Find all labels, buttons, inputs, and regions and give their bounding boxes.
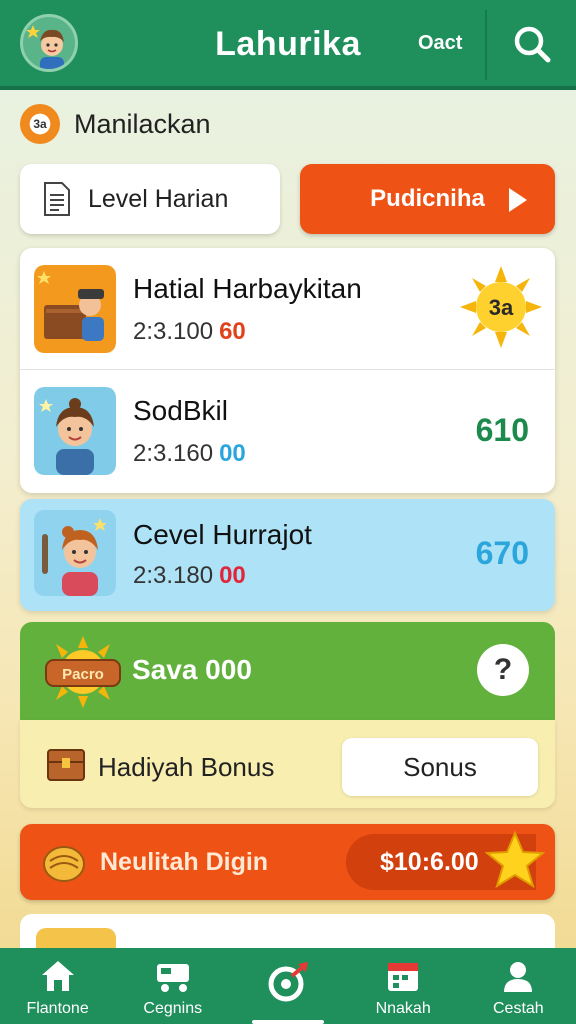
list-item-sub-value: 2:3.160 bbox=[133, 440, 214, 467]
search-button[interactable] bbox=[510, 22, 554, 66]
profile-icon bbox=[504, 962, 533, 992]
nav-item-home[interactable]: Flantone bbox=[0, 948, 115, 1024]
list-item-sub-value: 2:3.180 bbox=[133, 562, 214, 589]
treasure-chest-icon bbox=[47, 749, 85, 781]
nav-item-profile[interactable]: Cestah bbox=[461, 948, 576, 1024]
list-item-selected[interactable]: Cevel Hurrajot 2:3.180 00 670 bbox=[20, 499, 555, 611]
list-item[interactable]: SodBkil 2:3.160 00 610 bbox=[20, 370, 555, 492]
save-section-header: Pacro Sava 000 ? bbox=[20, 622, 555, 720]
bonus-button[interactable]: Sonus bbox=[342, 738, 538, 796]
search-icon bbox=[514, 26, 551, 63]
list-item-title: Cevel Hurrajot bbox=[133, 519, 312, 550]
home-icon bbox=[41, 961, 74, 991]
list-item-highlight: 00 bbox=[219, 562, 246, 589]
question-icon: ? bbox=[493, 653, 513, 686]
bonus-row: Hadiyah Bonus Sonus bbox=[20, 720, 555, 808]
header-divider bbox=[485, 10, 487, 80]
help-button[interactable]: ? bbox=[477, 644, 529, 696]
section-title: Manilackan bbox=[74, 108, 211, 139]
nav-item-calendar[interactable]: Nnakah bbox=[346, 948, 461, 1024]
list-item-title: Hatial Harbaykitan bbox=[133, 273, 362, 304]
bottom-navigation: Flantone Cegnins Nnakah Cestah bbox=[0, 948, 576, 1024]
app-title: Lahurika bbox=[215, 25, 361, 63]
reward-bar[interactable]: Neulitah Digin $10:6.00 bbox=[20, 824, 555, 900]
worker-box-thumbnail bbox=[34, 265, 116, 353]
list-item-subtitle: 2:3.160 00 bbox=[133, 440, 246, 468]
list-item-highlight: 00 bbox=[219, 440, 246, 467]
nav-label: Cestah bbox=[492, 1000, 544, 1017]
bonus-label: Hadiyah Bonus bbox=[98, 752, 275, 782]
level-list: Hatial Harbaykitan 2:3.100 60 3a SodBkil… bbox=[20, 248, 555, 493]
list-item[interactable]: Hatial Harbaykitan 2:3.100 60 3a bbox=[20, 248, 555, 370]
section-header: 3a Manilackan bbox=[20, 104, 211, 144]
cart-icon bbox=[156, 964, 189, 992]
sun-label-badge-icon: Pacro bbox=[45, 636, 121, 708]
nav-label: Cegnins bbox=[143, 1000, 203, 1017]
play-arrow-icon bbox=[509, 188, 527, 212]
sun-badge-icon: 3a bbox=[460, 266, 542, 348]
list-item-value: 610 bbox=[475, 412, 529, 448]
nav-item-center[interactable] bbox=[230, 948, 345, 1024]
badge-text: Pacro bbox=[62, 666, 104, 683]
level-harian-label: Level Harian bbox=[88, 184, 229, 213]
list-item-subtitle: 2:3.180 00 bbox=[133, 562, 246, 590]
primary-action-label: Pudicniha bbox=[370, 185, 485, 212]
nav-label: Nnakah bbox=[375, 1000, 431, 1017]
list-item-sub-value: 2:3.100 bbox=[133, 318, 214, 345]
level-harian-button[interactable]: Level Harian bbox=[20, 164, 280, 234]
list-item-value: 670 bbox=[475, 535, 529, 571]
list-item-title: SodBkil bbox=[133, 395, 228, 426]
save-section-label: Sava 000 bbox=[132, 654, 252, 685]
section-badge-text: 3a bbox=[33, 117, 47, 131]
star-icon bbox=[485, 830, 545, 889]
primary-action-button[interactable]: Pudicniha bbox=[300, 164, 555, 234]
reward-label: Neulitah Digin bbox=[100, 848, 269, 876]
list-item-subtitle: 2:3.100 60 bbox=[133, 318, 246, 346]
top-app-bar: Lahurika Oact bbox=[0, 0, 576, 90]
nav-item-cart[interactable]: Cegnins bbox=[115, 948, 230, 1024]
rocket-icon bbox=[268, 962, 308, 1002]
section-badge-icon: 3a bbox=[20, 104, 60, 144]
kid-avatar-thumbnail bbox=[34, 510, 116, 596]
calendar-icon bbox=[388, 963, 419, 991]
sun-badge-text: 3a bbox=[489, 295, 514, 320]
coin-bag-icon bbox=[43, 846, 85, 882]
list-item-highlight: 60 bbox=[219, 318, 246, 345]
document-icon bbox=[44, 182, 70, 216]
header-right-text[interactable]: Oact bbox=[418, 32, 462, 55]
girl-avatar-thumbnail bbox=[34, 387, 116, 475]
nav-label: Flantone bbox=[26, 1000, 89, 1017]
